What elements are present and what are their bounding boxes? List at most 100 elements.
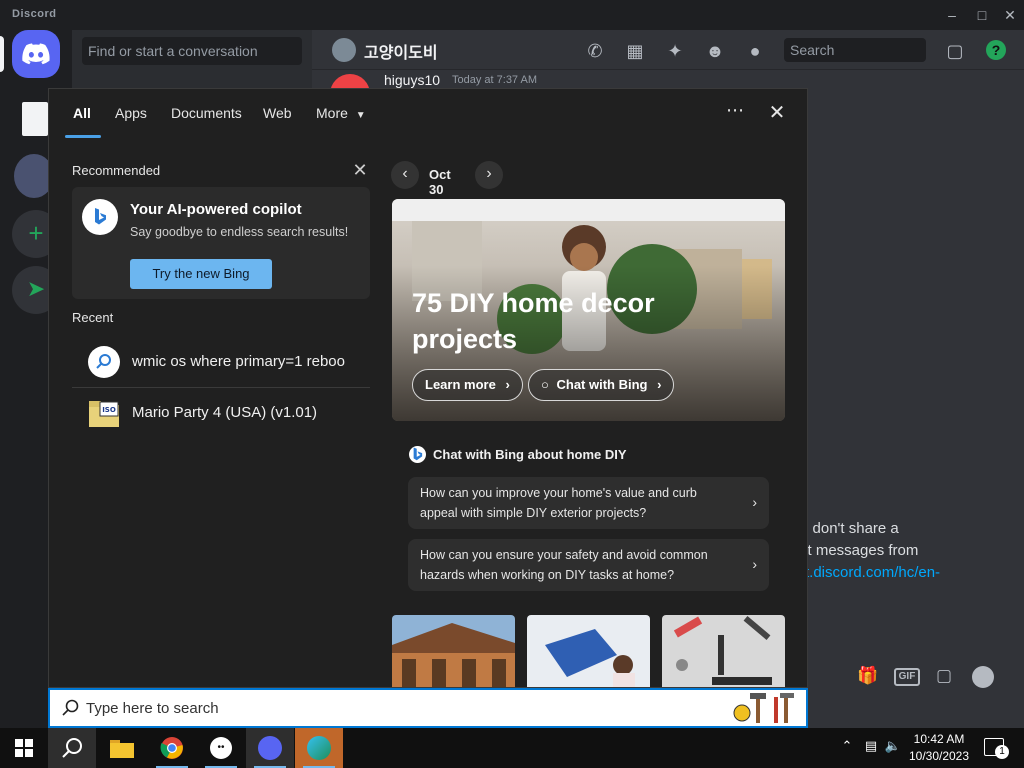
find-conversation-input[interactable]: Find or start a conversation	[82, 37, 302, 65]
windows-logo-icon	[15, 739, 33, 757]
copilot-card[interactable]: Your AI-powered copilot Say goodbye to e…	[72, 187, 370, 299]
recent-item-label: Mario Party 4 (USA) (v1.01)	[132, 404, 318, 421]
learn-more-label: Learn more	[425, 377, 496, 392]
search-icon	[88, 346, 120, 378]
app-title: Discord	[12, 8, 57, 20]
inbox-icon[interactable]: ▢	[944, 40, 966, 62]
house-thumbnail-image	[392, 615, 515, 687]
chat-prompt[interactable]: How can you improve your home's value an…	[408, 477, 769, 529]
notification-center-icon[interactable]: 1	[984, 738, 1009, 759]
gift-icon[interactable]: 🎁	[856, 666, 880, 688]
tab-web[interactable]: Web	[263, 105, 292, 121]
minimize-icon[interactable]: –	[940, 4, 964, 26]
recent-item[interactable]: wmic os where primary=1 reboo	[72, 338, 370, 386]
iso-file-icon: ISO	[88, 397, 120, 429]
add-friend-icon[interactable]: ☻	[704, 40, 726, 62]
tab-more[interactable]: More ▼	[316, 105, 366, 121]
video-call-icon[interactable]: ▦	[624, 40, 646, 62]
volume-muted-icon[interactable]: 🔈	[884, 738, 902, 756]
folder-icon	[110, 740, 134, 758]
channel-avatar	[332, 38, 356, 62]
tab-documents[interactable]: Documents	[171, 105, 242, 121]
help-icon[interactable]: ?	[986, 40, 1006, 60]
clock-time: 10:42 AM	[913, 732, 965, 746]
discord-search-input[interactable]: Search	[784, 38, 926, 62]
dismiss-recommended-icon[interactable]: ✕	[351, 161, 369, 179]
server-icon[interactable]	[22, 102, 48, 136]
discord-titlebar: Discord – □ ✕	[0, 0, 1024, 30]
show-hidden-icons-icon[interactable]: ⌃	[838, 738, 856, 756]
search-input[interactable]	[86, 696, 686, 720]
emoji-icon[interactable]	[972, 666, 994, 688]
learn-more-button[interactable]: Learn more ›	[412, 369, 523, 401]
hero-title[interactable]: 75 DIY home decor projects	[412, 285, 712, 357]
taskbar: •• ⌃ ▤ 🔈 10:42 AM 10/30/2023 1	[0, 728, 1024, 768]
message-author[interactable]: higuys10	[384, 72, 440, 88]
search-icon	[62, 699, 79, 716]
tab-more-label: More	[316, 105, 348, 121]
discord-taskbar-button[interactable]	[246, 728, 294, 768]
start-button[interactable]	[0, 728, 48, 768]
close-window-icon[interactable]: ✕	[998, 4, 1022, 26]
clock[interactable]: 10:42 AM 10/30/2023	[902, 731, 976, 765]
notice-line: u don't share a	[800, 520, 899, 537]
network-icon[interactable]: ▤	[862, 738, 880, 756]
app-button[interactable]: ••	[197, 728, 245, 768]
moving-thumbnail-image	[527, 615, 650, 687]
chat-prompt[interactable]: How can you ensure your safety and avoid…	[408, 539, 769, 591]
try-new-bing-button[interactable]: Try the new Bing	[130, 259, 272, 289]
edge-button[interactable]	[295, 728, 343, 768]
more-options-icon[interactable]: ⋯	[723, 101, 747, 125]
tab-apps[interactable]: Apps	[115, 105, 147, 121]
previous-day-icon[interactable]: ‹	[391, 161, 419, 189]
next-day-icon[interactable]: ›	[475, 161, 503, 189]
active-tab-indicator	[65, 135, 101, 138]
edge-icon	[307, 736, 331, 760]
chat-prompt-text: How can you improve your home's value an…	[420, 486, 697, 520]
user-profile-icon[interactable]: ●	[744, 40, 766, 62]
recommended-label: Recommended	[72, 163, 161, 178]
thumbnail-card[interactable]	[392, 615, 515, 687]
notification-count: 1	[995, 745, 1009, 759]
taskbar-search-button[interactable]	[48, 728, 96, 768]
tab-all[interactable]: All	[73, 105, 91, 121]
chevron-right-icon: ›	[505, 377, 510, 392]
windows-search-panel: All Apps Documents Web More ▼ ⋯ ✕ Recomm…	[48, 88, 808, 688]
recent-label: Recent	[72, 310, 114, 325]
search-icon	[62, 738, 82, 758]
file-explorer-button[interactable]	[98, 728, 146, 768]
copilot-title: Your AI-powered copilot	[130, 201, 302, 218]
voice-call-icon[interactable]: ✆	[584, 40, 606, 62]
maximize-icon[interactable]: □	[970, 4, 994, 26]
date-label: Oct 30	[429, 167, 451, 197]
chat-header: 고양이도비 ✆ ▦ ✦ ☻ ● Search ▢ ?	[312, 30, 1024, 70]
chrome-icon	[160, 737, 183, 759]
svg-text:ISO: ISO	[102, 406, 116, 414]
close-icon[interactable]: ✕	[765, 101, 789, 125]
discord-home-button[interactable]	[12, 30, 60, 78]
notice-link[interactable]: rt.discord.com/hc/en-	[800, 562, 1024, 584]
sticker-icon[interactable]: ▢	[932, 666, 956, 688]
taskbar-search-box[interactable]	[48, 688, 808, 728]
chat-with-bing-button[interactable]: ○ Chat with Bing ›	[528, 369, 675, 401]
tools-thumbnail-image	[662, 615, 785, 687]
selected-indicator	[0, 36, 4, 72]
thumbnail-card[interactable]	[662, 615, 785, 687]
hero-card[interactable]: 75 DIY home decor projects Learn more › …	[392, 199, 785, 421]
pin-icon[interactable]: ✦	[664, 40, 686, 62]
tools-illustration-icon	[733, 693, 794, 723]
thumbnail-card[interactable]	[527, 615, 650, 687]
app-circle-icon: ••	[210, 737, 232, 759]
chrome-button[interactable]	[148, 728, 196, 768]
recent-item-label: wmic os where primary=1 reboo	[132, 353, 345, 370]
recent-item[interactable]: ISO Mario Party 4 (USA) (v1.01)	[72, 389, 370, 437]
search-tabs: All Apps Documents Web More ▼ ⋯ ✕	[49, 89, 807, 141]
dm-notice: u don't share a ct messages from rt.disc…	[800, 518, 1024, 584]
channel-name: 고양이도비	[364, 45, 438, 62]
discord-taskbar-icon	[258, 736, 282, 760]
divider	[72, 387, 370, 388]
chevron-down-icon: ▼	[355, 110, 366, 121]
chat-bubble-icon: ○	[541, 377, 549, 392]
gif-icon[interactable]: GIF	[894, 668, 920, 686]
chevron-right-icon: ›	[752, 556, 757, 572]
